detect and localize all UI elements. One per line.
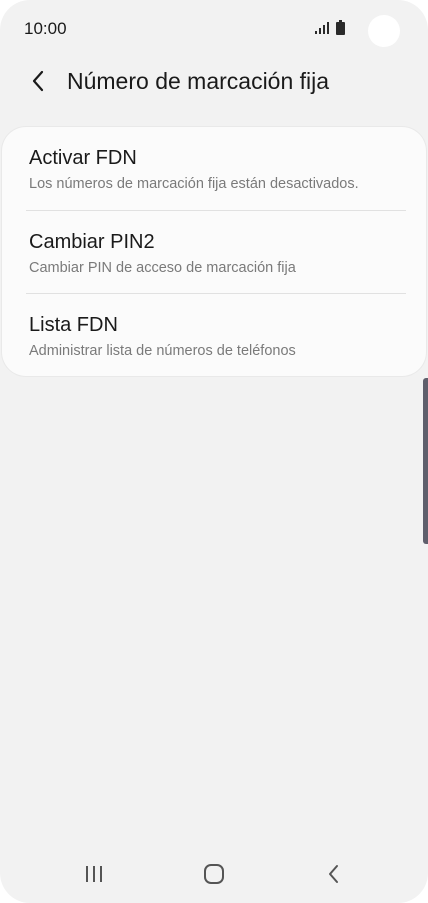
app-bar: Número de marcación fija bbox=[0, 56, 428, 108]
setting-cambiar-pin2[interactable]: Cambiar PIN2 Cambiar PIN de acceso de ma… bbox=[2, 211, 426, 294]
setting-title: Activar FDN bbox=[29, 147, 137, 169]
phone-screen: 10:00 Número de marcación fija Activar F… bbox=[0, 0, 428, 903]
home-icon bbox=[204, 864, 224, 884]
setting-activar-fdn[interactable]: Activar FDN Los números de marcación fij… bbox=[2, 127, 426, 210]
signal-icon bbox=[315, 22, 329, 34]
setting-subtitle: Cambiar PIN de acceso de marcación fija bbox=[29, 260, 296, 276]
status-bar: 10:00 bbox=[0, 0, 428, 56]
recent-apps-icon bbox=[86, 866, 102, 882]
setting-lista-fdn[interactable]: Lista FDN Administrar lista de números d… bbox=[2, 294, 426, 377]
battery-icon bbox=[336, 20, 345, 35]
setting-title: Lista FDN bbox=[29, 314, 118, 336]
setting-title: Cambiar PIN2 bbox=[29, 231, 155, 253]
chevron-left-icon bbox=[32, 70, 44, 92]
page-title: Número de marcación fija bbox=[67, 68, 330, 94]
navigation-bar bbox=[0, 848, 428, 903]
home-button[interactable] bbox=[194, 858, 234, 890]
settings-card: Activar FDN Los números de marcación fij… bbox=[2, 127, 426, 376]
recent-apps-button[interactable] bbox=[74, 858, 114, 890]
setting-subtitle: Administrar lista de números de teléfono… bbox=[29, 343, 296, 359]
setting-subtitle: Los números de marcación fija están desa… bbox=[29, 176, 359, 192]
back-icon bbox=[329, 865, 338, 883]
scroll-indicator[interactable] bbox=[423, 378, 428, 544]
nav-back-button[interactable] bbox=[314, 858, 354, 890]
back-button[interactable] bbox=[24, 66, 52, 96]
status-time: 10:00 bbox=[24, 19, 67, 38]
camera-cutout bbox=[368, 15, 400, 47]
